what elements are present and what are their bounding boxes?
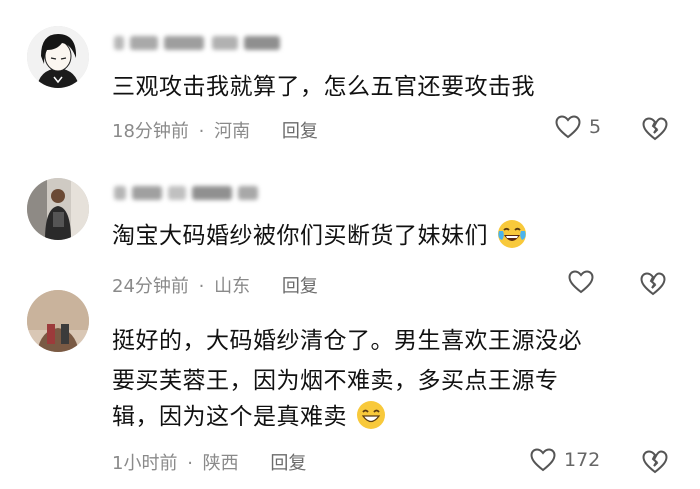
avatar[interactable]	[27, 290, 89, 352]
username-blurred[interactable]	[112, 32, 292, 54]
like-button[interactable]: 172	[530, 448, 600, 472]
username-blurred[interactable]	[112, 182, 292, 204]
meta-separator: ·	[198, 276, 205, 297]
comment-time: 1小时前	[112, 453, 178, 474]
comment-text: 三观攻击我就算了，怎么五官还要攻击我	[112, 74, 535, 100]
reply-button[interactable]: 回复	[270, 449, 306, 475]
broken-heart-icon[interactable]	[642, 117, 668, 141]
meta-separator: ·	[187, 453, 193, 474]
comment-text-line: 要买芙蓉王，因为烟不难卖，多买点王源专	[112, 368, 559, 394]
comment-meta: 24分钟前 · 山东 回复	[112, 272, 318, 298]
comment-time: 18分钟前	[112, 121, 189, 142]
heart-outline-icon	[568, 270, 594, 294]
laughing-tears-emoji	[497, 219, 526, 248]
reply-button[interactable]: 回复	[282, 272, 318, 298]
comment-meta: 1小时前 · 陕西 回复	[112, 449, 306, 475]
comment-text-content: 辑，因为这个是真难卖	[112, 404, 347, 430]
meta-separator: ·	[198, 121, 205, 142]
comment-text: 淘宝大码婚纱被你们买断货了妹妹们	[112, 217, 528, 256]
like-button[interactable]: 5	[555, 115, 601, 139]
heart-outline-icon	[530, 448, 556, 472]
avatar[interactable]	[27, 26, 89, 88]
broken-heart-icon[interactable]	[640, 272, 666, 296]
reply-button[interactable]: 回复	[282, 117, 318, 143]
comment-text-line: 挺好的，大码婚纱清仓了。男生喜欢王源没必	[112, 328, 582, 354]
smile-emoji	[356, 400, 385, 429]
comment-text-line: 辑，因为这个是真难卖	[112, 398, 387, 437]
comment-time: 24分钟前	[112, 276, 189, 297]
like-count: 5	[589, 116, 602, 138]
comment-location: 山东	[214, 276, 251, 297]
like-count: 172	[564, 449, 601, 471]
heart-outline-icon	[555, 115, 581, 139]
comment-location: 河南	[214, 121, 251, 142]
comment-location: 陕西	[202, 453, 239, 474]
broken-heart-icon[interactable]	[642, 450, 668, 474]
comment-meta: 18分钟前 · 河南 回复	[112, 117, 318, 143]
like-button[interactable]	[568, 270, 602, 294]
avatar[interactable]	[27, 178, 89, 240]
comment-text-content: 淘宝大码婚纱被你们买断货了妹妹们	[112, 223, 488, 249]
